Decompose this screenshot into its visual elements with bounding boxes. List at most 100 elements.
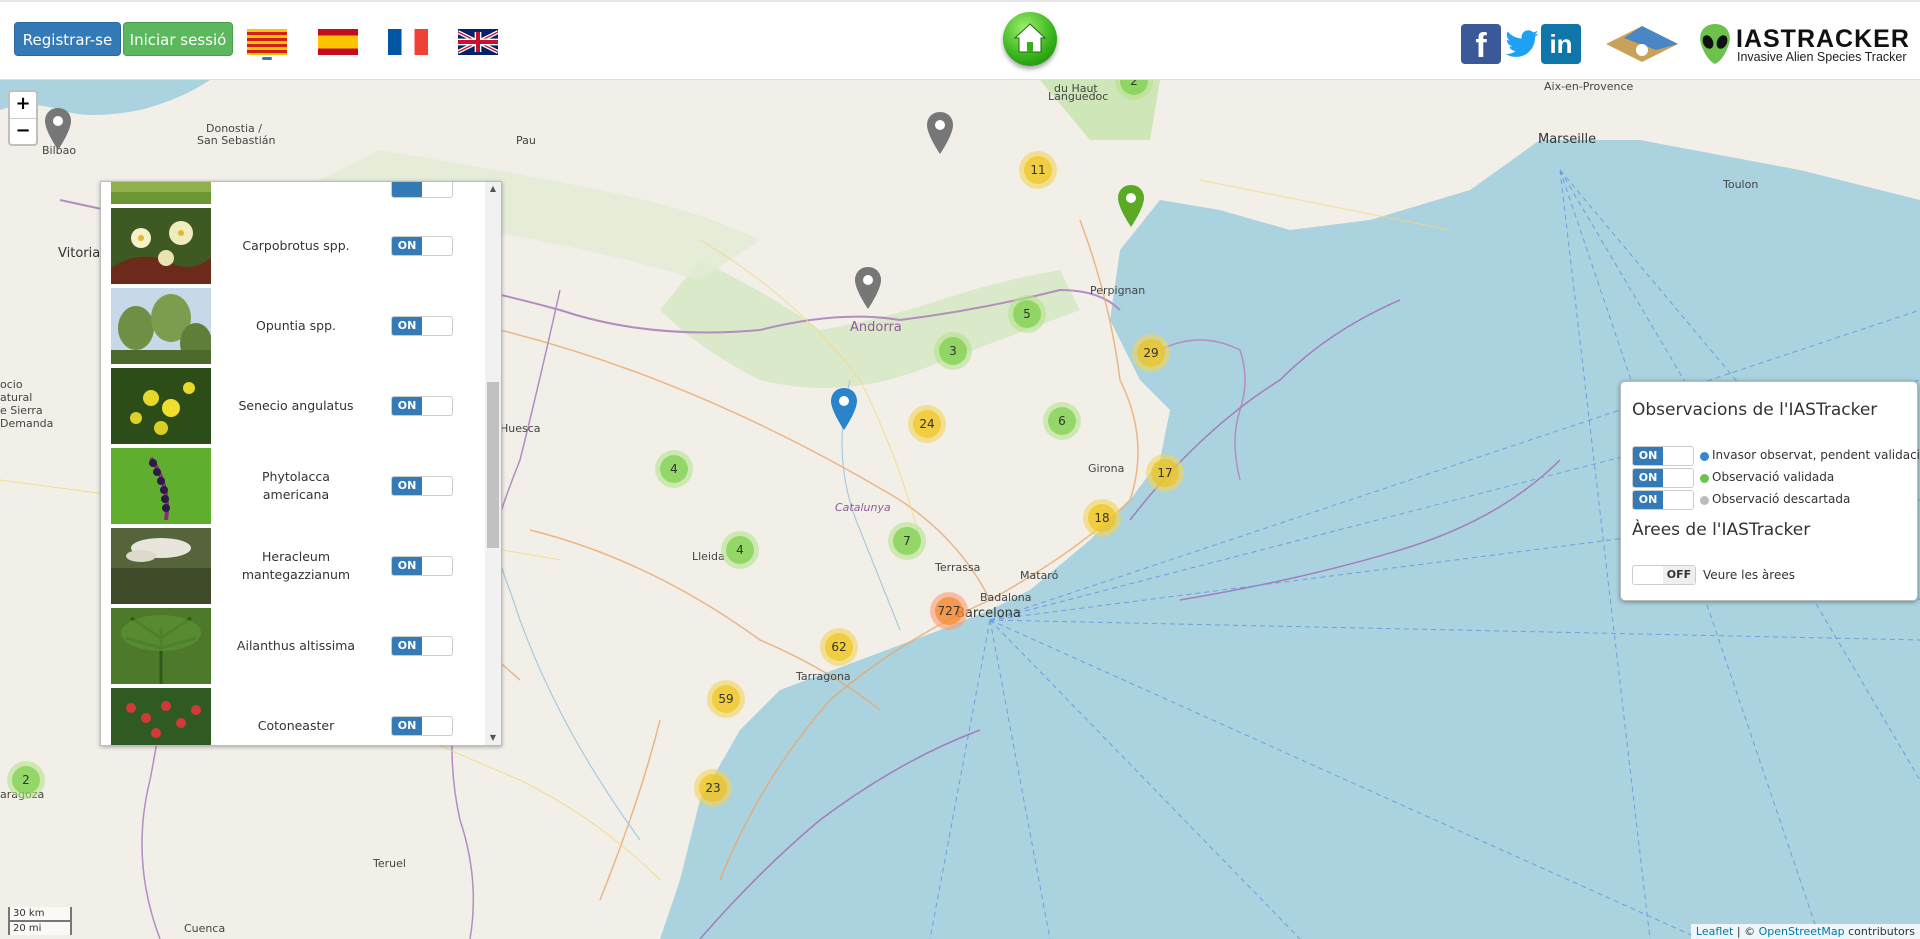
- marker-cluster[interactable]: 29: [1132, 334, 1170, 372]
- map-pin-grey-icon[interactable]: [44, 108, 72, 150]
- areas-title: Àrees de l'IASTracker: [1632, 520, 1811, 540]
- marker-cluster[interactable]: 18: [1083, 499, 1121, 537]
- map-label-sansebastian: San Sebastián: [197, 134, 276, 147]
- areas-label: Veure les àrees: [1703, 568, 1795, 582]
- brand-subtitle: Invasive Alien Species Tracker: [1737, 50, 1907, 64]
- login-button[interactable]: Iniciar sessió: [123, 22, 233, 56]
- legend-toggle-discarded[interactable]: ON: [1632, 490, 1694, 510]
- species-photo: [111, 288, 211, 364]
- leaflet-link[interactable]: Leaflet: [1696, 925, 1733, 938]
- icp-partner-logo[interactable]: [1604, 24, 1680, 64]
- areas-toggle[interactable]: OFF: [1632, 565, 1696, 585]
- map-label-perpignan: Perpignan: [1090, 284, 1146, 297]
- legend-title: Observacions de l'IASTracker: [1632, 400, 1878, 420]
- legend-label: Invasor observat, pendent validació: [1712, 448, 1920, 462]
- map-label-sierra-1: ocio: [0, 378, 23, 391]
- species-toggle[interactable]: ON: [391, 556, 453, 576]
- zoom-in-button[interactable]: +: [10, 92, 36, 118]
- map-attribution: Leaflet | © OpenStreetMap contributors: [1690, 924, 1920, 939]
- marker-cluster[interactable]: 59: [707, 680, 745, 718]
- species-photo: [111, 208, 211, 284]
- french-flag-icon[interactable]: [388, 29, 428, 55]
- species-name: Phytolacca americana: [262, 469, 330, 502]
- marker-cluster[interactable]: 7: [888, 522, 926, 560]
- scroll-up-arrow-icon[interactable]: ▲: [485, 182, 501, 196]
- marker-cluster[interactable]: 11: [1019, 151, 1057, 189]
- legend-label: Observació validada: [1712, 470, 1835, 484]
- map-label-mataro: Mataró: [1020, 569, 1059, 582]
- map-scale: 30 km 20 mi: [8, 907, 72, 935]
- species-toggle[interactable]: ON: [391, 236, 453, 256]
- marker-cluster[interactable]: 6: [1043, 402, 1081, 440]
- map-label-sierra-3: e Sierra: [0, 404, 43, 417]
- species-row: Heracleum mantegazzianum ON: [101, 526, 481, 606]
- species-row: Ailanthus altissima ON: [101, 606, 481, 686]
- map-label-girona: Girona: [1088, 462, 1125, 475]
- zoom-control: + −: [8, 90, 38, 146]
- osm-link[interactable]: OpenStreetMap: [1759, 925, 1845, 938]
- species-name: Ailanthus altissima: [236, 638, 356, 653]
- facebook-icon[interactable]: f: [1461, 24, 1501, 65]
- iastracker-logo[interactable]: IASTRACKER Invasive Alien Species Tracke…: [1696, 22, 1916, 66]
- map-label-sierra-2: atural: [0, 391, 33, 404]
- species-name: Cotoneaster: [257, 718, 335, 733]
- species-name: Carpobrotus spp.: [242, 238, 350, 253]
- map-label-cuenca: Cuenca: [184, 922, 226, 935]
- marker-cluster[interactable]: 17: [1146, 454, 1184, 492]
- species-row-partial: [101, 182, 481, 206]
- spanish-flag-icon[interactable]: [318, 29, 358, 55]
- uk-flag-icon[interactable]: [458, 29, 498, 55]
- species-toggle[interactable]: ON: [391, 716, 453, 736]
- marker-cluster[interactable]: 24: [908, 405, 946, 443]
- species-name: Opuntia spp.: [256, 318, 336, 333]
- map-label-terrassa: Terrassa: [935, 561, 981, 574]
- map-pin-green-icon[interactable]: [1117, 185, 1145, 227]
- scroll-down-arrow-icon[interactable]: ▼: [485, 731, 501, 745]
- species-row: Carpobrotus spp. ON: [101, 206, 481, 286]
- map-pin-blue-icon[interactable]: [830, 388, 858, 430]
- marker-cluster[interactable]: 2: [7, 761, 45, 799]
- species-filter-panel[interactable]: Carpobrotus spp. ON Opuntia spp. ON Sene…: [100, 181, 502, 746]
- species-toggle[interactable]: ON: [391, 316, 453, 336]
- grey-dot-icon: [1700, 496, 1709, 505]
- linkedin-icon[interactable]: in: [1541, 24, 1581, 64]
- legend-label: Observació descartada: [1712, 492, 1851, 506]
- home-button[interactable]: [1003, 12, 1057, 66]
- marker-cluster[interactable]: 62: [820, 628, 858, 666]
- species-name: Senecio angulatus: [238, 398, 354, 413]
- register-button[interactable]: Registrar-se: [14, 22, 121, 56]
- legend-toggle-pending[interactable]: ON: [1632, 446, 1694, 466]
- legend-toggle-validated[interactable]: ON: [1632, 468, 1694, 488]
- species-photo: [111, 182, 211, 204]
- marker-cluster[interactable]: 727: [930, 592, 968, 630]
- catalan-flag-icon[interactable]: [247, 29, 287, 55]
- scale-imperial: 20 mi: [8, 920, 72, 935]
- species-row: Opuntia spp. ON: [101, 286, 481, 366]
- active-language-indicator: [262, 57, 272, 60]
- species-photo: [111, 448, 211, 524]
- map-label-lleida: Lleida: [692, 550, 725, 563]
- species-toggle[interactable]: ON: [391, 396, 453, 416]
- home-icon: [1013, 23, 1047, 53]
- map-label-vitoria: Vitoria: [58, 246, 101, 261]
- species-toggle[interactable]: ON: [391, 636, 453, 656]
- zoom-out-button[interactable]: −: [10, 118, 36, 145]
- scrollbar-thumb[interactable]: [487, 382, 499, 548]
- map-pin-grey-icon[interactable]: [926, 112, 954, 154]
- species-toggle[interactable]: ON: [391, 476, 453, 496]
- map-pin-grey-icon[interactable]: [854, 267, 882, 309]
- twitter-icon[interactable]: [1504, 26, 1540, 62]
- marker-cluster[interactable]: 23: [694, 769, 732, 807]
- species-row: Cotoneaster ON: [101, 686, 481, 745]
- green-dot-icon: [1700, 474, 1709, 483]
- map-label-sierra-4: Demanda: [0, 417, 54, 430]
- marker-cluster[interactable]: 3: [934, 332, 972, 370]
- species-name: Heracleum mantegazzianum: [241, 549, 351, 582]
- marker-cluster[interactable]: 4: [721, 531, 759, 569]
- marker-cluster[interactable]: 5: [1008, 295, 1046, 333]
- species-photo: [111, 528, 211, 604]
- map-label-catalunya: Catalunya: [835, 501, 891, 514]
- species-scrollbar[interactable]: ▲ ▼: [485, 182, 501, 745]
- marker-cluster[interactable]: 4: [655, 450, 693, 488]
- species-toggle[interactable]: [391, 182, 453, 198]
